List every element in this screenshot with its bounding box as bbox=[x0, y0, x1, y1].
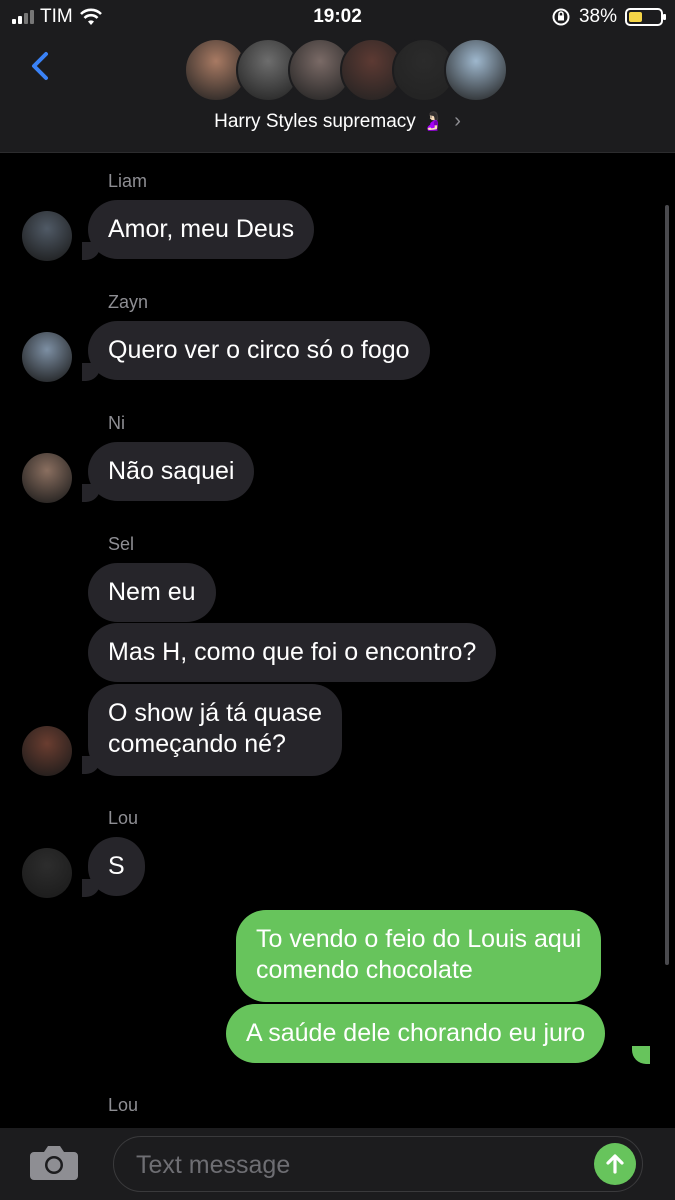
avatar[interactable] bbox=[22, 211, 72, 261]
message-input[interactable] bbox=[134, 1147, 578, 1183]
battery-percent: 38% bbox=[578, 6, 617, 27]
sender-name: Zayn bbox=[108, 292, 149, 312]
message-list[interactable]: Liam Amor, meu Deus Zayn Quero ver o cir… bbox=[0, 153, 675, 1128]
sent-message-bubble[interactable]: To vendo o feio do Louis aqui comendo ch… bbox=[236, 910, 602, 1002]
chevron-right-icon: › bbox=[454, 110, 461, 132]
message-line: To vendo o feio do Louis aqui bbox=[256, 925, 582, 953]
message-bubble[interactable]: Mas H, como que foi o encontro? bbox=[88, 623, 497, 682]
sender-name: Sel bbox=[108, 534, 135, 554]
back-chevron-icon[interactable] bbox=[22, 46, 62, 86]
bubble-tail bbox=[632, 1046, 650, 1064]
bubble-tail bbox=[82, 484, 100, 502]
message-bubble[interactable]: Quero ver o circo só o fogo bbox=[88, 321, 430, 380]
sender-name: Liam bbox=[108, 171, 148, 191]
bubble-tail bbox=[82, 756, 100, 774]
avatar[interactable] bbox=[22, 848, 72, 898]
message-line: comendo chocolate bbox=[256, 956, 473, 984]
bubble-tail bbox=[82, 363, 100, 381]
status-right: 38% bbox=[551, 6, 666, 28]
avatar[interactable] bbox=[22, 453, 72, 503]
sender-name: Lou bbox=[108, 1095, 139, 1115]
group-name-button[interactable]: Harry Styles supremacy 🤰🏻 › bbox=[0, 110, 675, 133]
message-line: começando né? bbox=[108, 730, 286, 758]
message-bubble[interactable]: Amor, meu Deus bbox=[88, 200, 315, 259]
group-avatars[interactable] bbox=[184, 38, 508, 102]
message-input-field[interactable] bbox=[113, 1136, 643, 1192]
message-line: O show já tá quase bbox=[108, 699, 323, 727]
group-name: Harry Styles supremacy bbox=[214, 110, 416, 132]
sender-name: Ni bbox=[108, 413, 125, 433]
status-bar: TIM 19:02 38% bbox=[0, 0, 675, 36]
compose-bar bbox=[0, 1128, 675, 1200]
battery-icon bbox=[625, 8, 666, 26]
bubble-tail bbox=[82, 242, 100, 260]
sent-message-bubble[interactable]: A saúde dele chorando eu juro bbox=[226, 1004, 606, 1063]
send-button[interactable] bbox=[594, 1143, 636, 1185]
avatar[interactable] bbox=[22, 332, 72, 382]
message-bubble[interactable]: Nem eu bbox=[88, 563, 216, 622]
avatar[interactable] bbox=[22, 726, 72, 776]
conversation-header: Harry Styles supremacy 🤰🏻 › bbox=[0, 36, 675, 153]
orientation-lock-icon bbox=[552, 8, 570, 26]
arrow-up-icon bbox=[606, 1154, 624, 1174]
bubble-tail bbox=[82, 879, 100, 897]
message-bubble[interactable]: Não saquei bbox=[88, 442, 255, 501]
message-bubble[interactable]: O show já tá quase começando né? bbox=[88, 684, 343, 776]
camera-icon[interactable] bbox=[28, 1142, 80, 1182]
avatar bbox=[444, 38, 508, 102]
scrollbar[interactable] bbox=[665, 205, 669, 965]
sender-name: Lou bbox=[108, 808, 139, 828]
group-emoji: 🤰🏻 bbox=[421, 111, 445, 131]
